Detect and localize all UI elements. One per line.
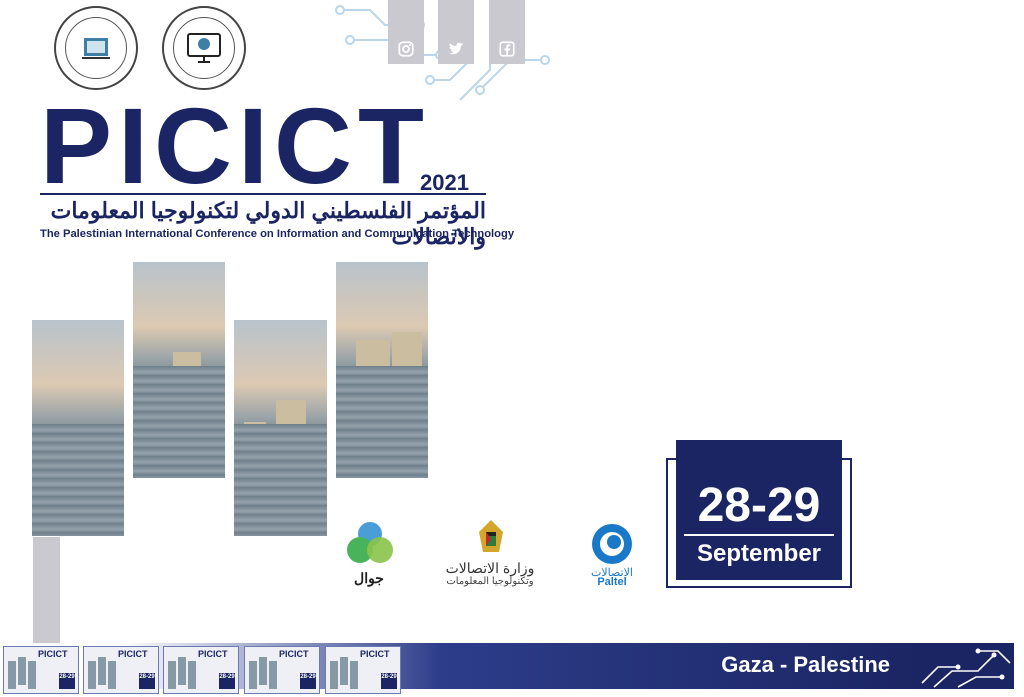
thumbnail-title: PICICT xyxy=(38,649,68,659)
gaza-harbor-photo-1 xyxy=(32,320,124,536)
gaza-harbor-photo-2 xyxy=(133,262,225,478)
conference-acronym: PICICT xyxy=(40,85,431,206)
thumbnail-title: PICICT xyxy=(279,649,309,659)
ministry-name-line2: وتكنولوجيا المعلومات xyxy=(446,576,534,587)
thumbnail-title: PICICT xyxy=(198,649,228,659)
title-divider xyxy=(40,193,486,195)
slide-thumbnail[interactable]: PICICT 28-29 xyxy=(325,646,401,694)
university-emblem-icon xyxy=(82,38,110,59)
thumbnail-date: 28-29 xyxy=(300,673,316,689)
slide-thumbnail[interactable]: PICICT 28-29 xyxy=(83,646,159,694)
twitter-button[interactable] xyxy=(438,0,474,64)
paltel-logo-icon xyxy=(592,524,632,564)
ministry-emblem-icon xyxy=(479,520,503,552)
instagram-button[interactable] xyxy=(388,0,424,64)
location-text: Gaza - Palestine xyxy=(721,652,890,677)
paltel-label: Paltel xyxy=(597,576,627,588)
date-divider xyxy=(684,534,834,536)
thumbnail-date: 28-29 xyxy=(139,673,155,689)
faculty-engineering-it-logo xyxy=(162,6,246,90)
ministry-name-line1: وزارة الاتصالات xyxy=(445,560,535,576)
event-month: September xyxy=(696,540,822,567)
english-title: The Palestinian International Conference… xyxy=(40,228,515,240)
faculty-it-logo xyxy=(54,6,138,90)
sidebar-accent xyxy=(33,537,60,643)
thumbnail-title: PICICT xyxy=(118,649,148,659)
twitter-icon xyxy=(449,42,464,55)
slide-thumbnail[interactable]: PICICT 28-29 xyxy=(163,646,239,694)
facebook-button[interactable] xyxy=(489,0,525,64)
slide-thumbnail[interactable]: PICICT 28-29 xyxy=(3,646,79,694)
thumbnail-date: 28-29 xyxy=(59,673,75,689)
instagram-icon xyxy=(398,41,414,57)
thumbnail-date: 28-29 xyxy=(381,673,397,689)
event-days: 28-29 xyxy=(697,479,821,532)
thumbnail-date: 28-29 xyxy=(219,673,235,689)
arabic-title: المؤتمر الفلسطيني الدولي لتكنولوجيا المع… xyxy=(50,198,486,249)
facebook-icon xyxy=(499,41,515,57)
gaza-harbor-photo-3 xyxy=(234,320,327,536)
jawwal-label: جوال xyxy=(354,570,384,586)
computer-monitor-icon xyxy=(187,33,221,63)
gaza-harbor-photo-4 xyxy=(336,262,428,478)
slide-thumbnail[interactable]: PICICT 28-29 xyxy=(244,646,320,694)
jawwal-logo-icon xyxy=(347,522,393,563)
circuit-corner-icon xyxy=(918,643,1014,689)
thumbnail-title: PICICT xyxy=(360,649,390,659)
